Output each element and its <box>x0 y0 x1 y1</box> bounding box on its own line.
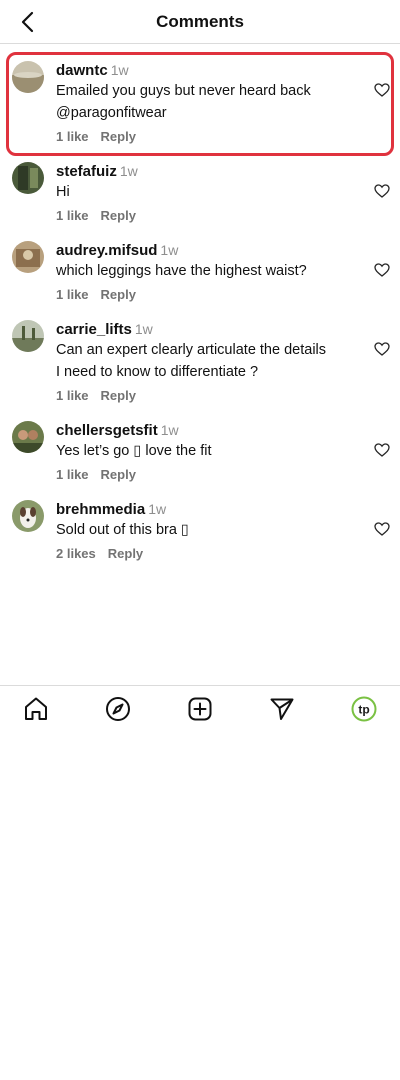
avatar[interactable] <box>12 241 44 273</box>
reply-button[interactable]: Reply <box>101 388 136 403</box>
tab-home[interactable] <box>22 695 50 723</box>
comment-time: 1w <box>160 242 179 258</box>
tab-profile[interactable]: tp <box>350 695 378 723</box>
comment-username[interactable]: chellersgetsfit <box>56 422 158 439</box>
heart-icon[interactable] <box>374 263 390 277</box>
comment-time: 1w <box>148 501 167 517</box>
likes-count[interactable]: 1 like <box>56 467 89 482</box>
avatar[interactable] <box>12 320 44 352</box>
heart-icon[interactable] <box>374 522 390 536</box>
reply-button[interactable]: Reply <box>101 129 136 144</box>
reply-button[interactable]: Reply <box>101 208 136 223</box>
heart-icon[interactable] <box>374 342 390 356</box>
comment-time: 1w <box>119 163 138 179</box>
comment-text: Can an expert clearly articulate the det… <box>56 342 327 380</box>
tab-explore[interactable] <box>104 695 132 723</box>
comment-username[interactable]: carrie_lifts <box>56 321 132 338</box>
reply-button[interactable]: Reply <box>101 287 136 302</box>
compass-icon <box>106 697 130 721</box>
avatar[interactable] <box>12 61 44 93</box>
tab-create[interactable] <box>186 695 214 723</box>
send-icon <box>270 698 294 720</box>
comment-time: 1w <box>134 321 153 337</box>
likes-count[interactable]: 1 like <box>56 287 89 302</box>
comment-text: Hi <box>56 184 70 200</box>
comment-time: 1w <box>160 422 179 438</box>
reply-button[interactable]: Reply <box>101 467 136 482</box>
profile-initials: tp <box>358 703 369 717</box>
comment-text: Sold out of this bra ▯ <box>56 522 189 538</box>
bottom-tab-bar: tp <box>0 685 400 731</box>
avatar[interactable] <box>12 162 44 194</box>
comment-text: Emailed you guys but never heard back @p… <box>56 83 311 121</box>
plus-square-icon <box>188 697 212 721</box>
reply-button[interactable]: Reply <box>108 546 143 561</box>
comment-time: 1w <box>110 62 129 78</box>
likes-count[interactable]: 2 likes <box>56 546 96 561</box>
profile-avatar-icon: tp <box>351 696 377 722</box>
comment-text: which leggings have the highest waist? <box>56 263 307 279</box>
likes-count[interactable]: 1 like <box>56 208 89 223</box>
heart-icon[interactable] <box>374 443 390 457</box>
avatar[interactable] <box>12 500 44 532</box>
heart-icon[interactable] <box>374 184 390 198</box>
home-icon <box>25 697 47 720</box>
comment-username[interactable]: stefafuiz <box>56 163 117 180</box>
heart-icon[interactable] <box>374 83 390 97</box>
avatar[interactable] <box>12 421 44 453</box>
page-title: Comments <box>156 12 244 31</box>
comment-username[interactable]: dawntc <box>56 62 108 79</box>
header: Comments <box>0 0 400 44</box>
tab-direct[interactable] <box>268 695 296 723</box>
likes-count[interactable]: 1 like <box>56 388 89 403</box>
comment-text: Yes let’s go ▯ love the fit <box>56 443 212 459</box>
comment-username[interactable]: brehmmedia <box>56 501 145 518</box>
likes-count[interactable]: 1 like <box>56 129 89 144</box>
comment-username[interactable]: audrey.mifsud <box>56 242 157 259</box>
